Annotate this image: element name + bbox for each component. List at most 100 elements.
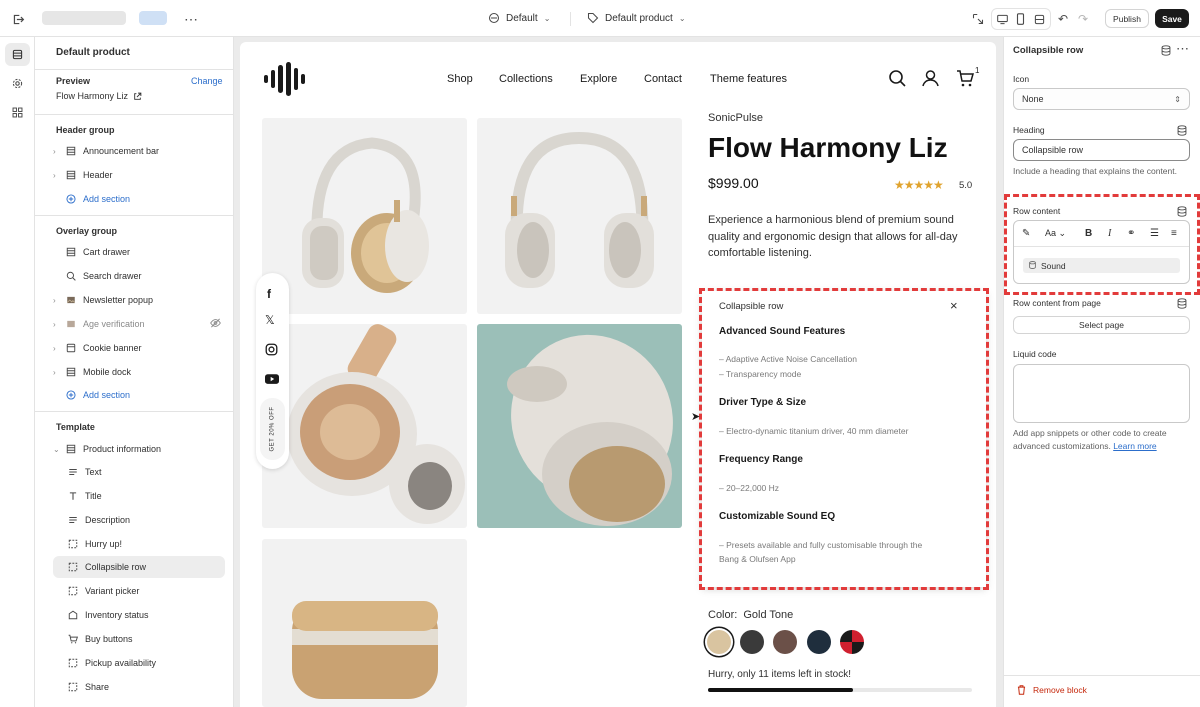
- close-icon[interactable]: ×: [950, 298, 958, 313]
- database-icon[interactable]: [1177, 205, 1187, 220]
- nav-explore[interactable]: Explore: [580, 73, 617, 85]
- section-cookie-banner[interactable]: › Cookie banner: [53, 337, 225, 359]
- database-icon[interactable]: [1177, 297, 1187, 312]
- product-image-3[interactable]: [262, 324, 467, 528]
- section-icon: [65, 246, 77, 258]
- exit-icon[interactable]: [10, 11, 26, 27]
- learn-more-link[interactable]: Learn more: [1113, 441, 1156, 451]
- block-label: Collapsible row: [85, 562, 147, 572]
- mobile-icon[interactable]: [1013, 11, 1027, 27]
- icon-label: Icon: [1013, 74, 1030, 84]
- block-collapsible-row[interactable]: Collapsible row: [53, 556, 225, 578]
- database-icon[interactable]: [1161, 44, 1171, 59]
- block-description[interactable]: Description: [53, 509, 225, 531]
- template-label: Default product: [605, 12, 673, 24]
- search-icon[interactable]: [888, 69, 906, 90]
- chevron-right-icon: ›: [53, 170, 56, 180]
- text-style-icon[interactable]: Aa ⌄: [1045, 228, 1066, 239]
- text-icon: [67, 514, 79, 526]
- facebook-icon[interactable]: f: [267, 287, 271, 301]
- more-icon[interactable]: ⋯: [183, 11, 199, 27]
- inspector-icon[interactable]: [970, 11, 986, 27]
- store-logo[interactable]: [262, 62, 310, 99]
- theme-settings-tab[interactable]: [5, 72, 30, 95]
- more-icon[interactable]: ⋯: [1176, 41, 1189, 57]
- youtube-icon[interactable]: [265, 372, 279, 387]
- store-name: [42, 11, 126, 25]
- block-pickup-availability[interactable]: Pickup availability: [53, 652, 225, 674]
- template-selector[interactable]: Default product ⌄: [587, 12, 686, 24]
- nav-contact[interactable]: Contact: [644, 73, 682, 85]
- block-share[interactable]: Share: [53, 676, 225, 698]
- block-title[interactable]: Title: [53, 485, 225, 507]
- preview-product[interactable]: Flow Harmony Liz: [56, 91, 142, 101]
- product-price: $999.00: [708, 175, 759, 191]
- block-hurry-up[interactable]: Hurry up!: [53, 533, 225, 555]
- section-newsletter-popup[interactable]: › Newsletter popup: [53, 289, 225, 311]
- preview-change-link[interactable]: Change: [191, 76, 223, 86]
- section-search-drawer[interactable]: Search drawer: [53, 265, 225, 287]
- block-icon: [67, 657, 79, 669]
- icon-select[interactable]: None ⇕: [1013, 88, 1190, 110]
- section-age-verification[interactable]: › Age verification: [53, 313, 225, 335]
- swatch-gold-tone[interactable]: [707, 630, 731, 654]
- desktop-icon[interactable]: [995, 11, 1009, 27]
- add-section-header-group[interactable]: Add section: [53, 188, 225, 210]
- instagram-icon[interactable]: [265, 343, 278, 359]
- icon-select-value: None: [1022, 94, 1044, 104]
- product-image-4[interactable]: [477, 324, 682, 528]
- select-page-button[interactable]: Select page: [1013, 316, 1190, 334]
- section-cart-drawer[interactable]: Cart drawer: [53, 241, 225, 263]
- fullscreen-icon[interactable]: [1032, 11, 1046, 27]
- section-icon: [65, 145, 77, 157]
- product-image-2[interactable]: [477, 118, 682, 314]
- remove-block-button[interactable]: Remove block: [1017, 685, 1087, 695]
- block-inventory-status[interactable]: Inventory status: [53, 604, 225, 626]
- eye-off-icon[interactable]: [210, 318, 221, 330]
- rich-text-editor[interactable]: ✎ Aa ⌄ B I ⚭ ☰ ≡ Sound: [1013, 220, 1190, 284]
- section-mobile-dock[interactable]: › Mobile dock: [53, 361, 225, 383]
- italic-icon[interactable]: I: [1108, 228, 1111, 239]
- image-icon: [65, 318, 77, 330]
- x-twitter-icon[interactable]: 𝕏: [265, 313, 275, 327]
- account-icon[interactable]: [922, 69, 939, 90]
- block-icon: [67, 561, 79, 573]
- theme-selector[interactable]: Default ⌄: [488, 12, 550, 24]
- settings-panel: Collapsible row ⋯ Icon None ⇕ Heading Co…: [1003, 37, 1200, 707]
- liquid-code-textarea[interactable]: [1013, 364, 1190, 423]
- swatch-color[interactable]: [840, 630, 864, 654]
- chevron-down-icon: ⌄: [53, 444, 60, 454]
- swatch-color[interactable]: [773, 630, 797, 654]
- apps-tab[interactable]: [5, 101, 30, 124]
- discount-tab[interactable]: GET 20% OFF: [260, 398, 285, 460]
- link-icon[interactable]: ⚭: [1127, 228, 1135, 239]
- bullet-list-icon[interactable]: ☰: [1150, 228, 1159, 239]
- save-button[interactable]: Save: [1155, 9, 1189, 28]
- section-announcement-bar[interactable]: › Announcement bar: [53, 140, 225, 162]
- theme-icon: [488, 12, 500, 24]
- heading-input[interactable]: Collapsible row: [1013, 139, 1190, 161]
- product-image-1[interactable]: [262, 118, 467, 314]
- cart-icon[interactable]: [956, 70, 974, 90]
- publish-button[interactable]: Publish: [1105, 9, 1149, 28]
- block-variant-picker[interactable]: Variant picker: [53, 580, 225, 602]
- nav-theme-features[interactable]: Theme features: [710, 73, 787, 85]
- numbered-list-icon[interactable]: ≡: [1171, 228, 1177, 239]
- section-product-information[interactable]: ⌄ Product information: [53, 438, 225, 460]
- swatch-color[interactable]: [740, 630, 764, 654]
- swatch-color[interactable]: [807, 630, 831, 654]
- dynamic-source-chip[interactable]: Sound: [1023, 258, 1180, 273]
- redo-icon[interactable]: ↷: [1076, 11, 1090, 27]
- undo-icon[interactable]: ↶: [1056, 11, 1070, 27]
- database-icon[interactable]: [1177, 124, 1187, 139]
- add-section-overlay-group[interactable]: Add section: [53, 384, 225, 406]
- nav-collections[interactable]: Collections: [499, 73, 553, 85]
- nav-shop[interactable]: Shop: [447, 73, 473, 85]
- magic-icon[interactable]: ✎: [1022, 228, 1030, 239]
- section-header[interactable]: › Header: [53, 164, 225, 186]
- bold-icon[interactable]: B: [1085, 228, 1092, 239]
- block-buy-buttons[interactable]: Buy buttons: [53, 628, 225, 650]
- product-image-5[interactable]: [262, 539, 467, 707]
- block-text[interactable]: Text: [53, 461, 225, 483]
- sections-tab[interactable]: [5, 43, 30, 66]
